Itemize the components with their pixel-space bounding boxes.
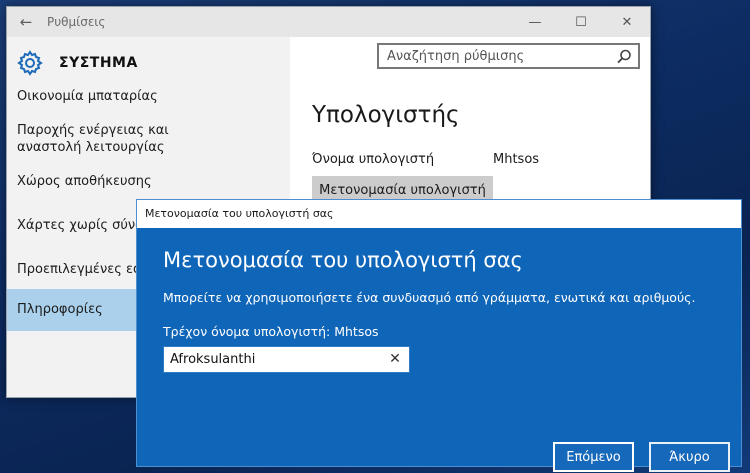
dialog-heading: Μετονομασία του υπολογιστή σας (163, 248, 523, 272)
settings-titlebar: ← Ρυθμίσεις — ☐ ✕ (7, 7, 650, 37)
gear-icon (17, 50, 43, 76)
settings-window-title: Ρυθμίσεις (47, 15, 106, 29)
next-button[interactable]: Επόμενο (553, 442, 634, 472)
back-arrow-icon[interactable]: ← (7, 13, 45, 31)
search-box[interactable] (377, 43, 640, 69)
clear-x-icon[interactable]: ✕ (387, 351, 403, 367)
search-input[interactable] (387, 48, 607, 64)
search-icon[interactable] (617, 49, 632, 64)
nav-item-battery-saver[interactable]: Οικονομία μπαταρίας (7, 88, 290, 105)
dialog-body: Μετονομασία του υπολογιστή σας Μπορείτε … (137, 228, 741, 472)
nav-item-storage[interactable]: Χώρος αποθήκευσης (7, 173, 290, 190)
current-name-label: Τρέχον όνομα υπολογιστή: Mhtsos (163, 324, 379, 339)
pc-name-label: Όνομα υπολογιστή (312, 152, 435, 167)
maximize-icon[interactable]: ☐ (558, 7, 604, 37)
pc-name-value: Mhtsos (493, 152, 540, 167)
rename-dialog: Μετονομασία του υπολογιστή σας Μετονομασ… (136, 199, 742, 472)
section-title: Υπολογιστής (312, 102, 460, 128)
minimize-icon[interactable]: — (512, 7, 558, 37)
dialog-description: Μπορείτε να χρησιμοποιήσετε ένα συνδυασμ… (163, 290, 696, 305)
new-name-field[interactable]: ✕ (163, 346, 410, 373)
dialog-titlebar: Μετονομασία του υπολογιστή σας (137, 200, 741, 228)
nav-item-power-sleep[interactable]: Παροχής ενέργειας και αναστολή λειτουργί… (7, 122, 237, 156)
cancel-button[interactable]: Άκυρο (649, 442, 730, 472)
window-controls: — ☐ ✕ (512, 7, 650, 37)
new-name-input[interactable] (170, 350, 380, 369)
close-icon[interactable]: ✕ (604, 7, 650, 37)
app-title: ΣΥΣΤΗΜΑ (59, 55, 138, 71)
app-header: ΣΥΣΤΗΜΑ (7, 47, 290, 81)
